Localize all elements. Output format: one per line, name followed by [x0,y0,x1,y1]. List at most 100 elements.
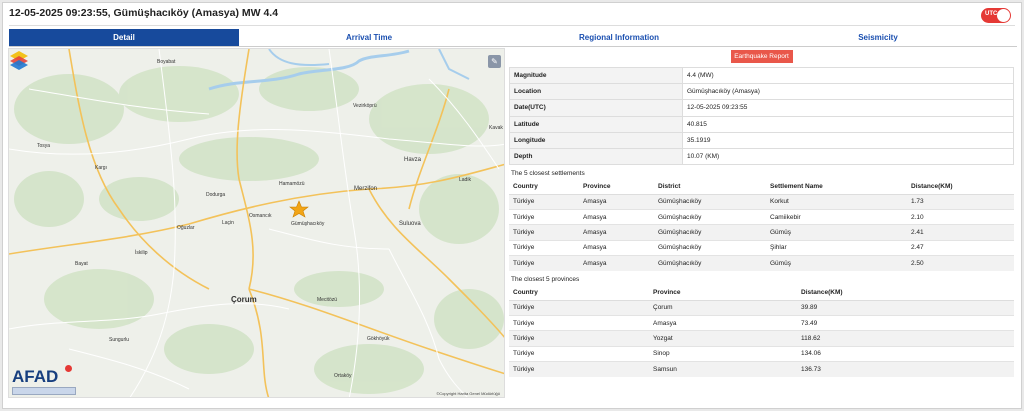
tab-seismicity[interactable]: Seismicity [739,29,1017,46]
table-cell: 118.62 [797,330,1014,347]
column-header[interactable]: Distance(KM) [907,180,1014,195]
table-cell: Amasya [579,224,654,241]
settlements-table: Country Province District Settlement Name Di… [509,180,1014,272]
info-value: 4.4 (MW) [682,66,1014,85]
table-cell: Türkiye [509,361,649,378]
info-key: Latitude [509,115,683,133]
info-row: Date(UTC) 12-05-2025 09:23:55 [509,99,1014,117]
table-row: Türkiye Çorum 39.89 [509,299,1014,316]
table-row: Türkiye Amasya Gümüşhacıköy Camiikebir 2.10 [509,209,1014,225]
info-value: Gümüşhacıköy (Amasya) [682,83,1014,101]
logo-dot-icon [65,365,72,372]
table-cell: Sinop [649,345,797,362]
table-cell: 2.47 [907,239,1014,256]
page-title: 12-05-2025 09:23:55, Gümüşhacıköy (Amasy… [9,7,279,19]
utc-toggle[interactable]: UTC [981,8,1011,23]
column-header[interactable]: Distance(KM) [797,286,1014,301]
info-value: 10.07 (KM) [682,147,1014,166]
table-row: Türkiye Samsun 136.73 [509,361,1014,378]
table-cell: 39.89 [797,299,1014,316]
map-label-havza: Havza [404,157,422,163]
column-header[interactable]: Province [579,180,654,195]
table-cell: Gümüşhacıköy [654,255,766,272]
tab-bar: Detail Arrival Time Regional Information… [9,29,1017,47]
table-cell: Türkiye [509,239,579,256]
map-label-kavak: Kavak [489,125,503,131]
tab-detail[interactable]: Detail [9,29,239,46]
info-key: Longitude [509,131,683,149]
earthquake-info-table: Magnitude 4.4 (MW) Location Gümüşhacıköy (A… [509,66,1014,166]
table-cell: 1.73 [907,193,1014,210]
table-cell: Gümüşhacıköy [654,209,766,225]
detail-panel: Earthquake Report Magnitude 4.4 (MW) Locat… [509,48,1014,378]
tab-regional-information[interactable]: Regional Information [499,29,739,46]
map-label-lacin: Laçin [222,220,234,226]
table-cell: Türkiye [509,193,579,210]
table-cell: 134.06 [797,345,1014,362]
table-cell: Amasya [579,255,654,272]
table-row: Türkiye Amasya Gümüşhacıköy Korkut 1.73 [509,193,1014,210]
info-key: Depth [509,147,683,166]
map-label-sungurlu: Sungurlu [109,337,130,343]
table-cell: 2.41 [907,224,1014,241]
table-cell: Gümüşhacıköy [654,224,766,241]
table-cell: Amasya [579,193,654,210]
info-key: Location [509,83,683,101]
column-header[interactable]: Province [649,286,797,301]
table-cell: Amasya [579,239,654,256]
column-header[interactable]: Country [509,286,649,301]
provinces-title: The closest 5 provinces [511,276,580,284]
table-cell: Türkiye [509,314,649,331]
info-row: Longitude 35.1919 [509,131,1014,149]
table-cell: Türkiye [509,345,649,362]
map-label-mecitozu: Mecitözü [317,297,338,303]
table-row: Türkiye Amasya Gümüşhacıköy Gümüş 2.50 [509,255,1014,272]
table-row: Türkiye Amasya Gümüşhacıköy Şihlar 2.47 [509,239,1014,256]
map-label-boyabat: Boyabat [157,59,176,65]
table-row: Türkiye Amasya Gümüşhacıköy Gümüş 2.41 [509,224,1014,241]
map-label-gumushacikoy: Gümüşhacıköy [291,221,325,227]
toggle-knob [997,9,1010,22]
map-label-vezirkopru: Vezirköprü [353,103,377,109]
map-label-dodurga: Dodurga [206,192,226,198]
table-cell: Türkiye [509,330,649,347]
column-header[interactable]: Country [509,180,579,195]
info-row: Location Gümüşhacıköy (Amasya) [509,83,1014,101]
info-key: Magnitude [509,66,683,85]
provinces-table: Country Province Distance(KM) Türkiye Çorum… [509,286,1014,378]
table-cell: 2.10 [907,209,1014,225]
table-cell: Türkiye [509,299,649,316]
info-value: 40.815 [682,115,1014,133]
map-label-gokhoyuk: Gökhöyük [367,336,390,342]
column-header[interactable]: District [654,180,766,195]
map-scale-bar [12,387,76,395]
afad-logo: AFAD [12,367,59,386]
table-cell: Gümüşhacıköy [654,239,766,256]
earthquake-report-button[interactable]: Earthquake Report [730,50,793,63]
toggle-label: UTC [985,11,998,17]
edit-icon[interactable]: ✎ [488,55,501,68]
table-row: Türkiye Yozgat 118.62 [509,330,1014,347]
earthquake-map[interactable]: Çorum Merzifon Suluova Vezirköprü Havza … [8,48,505,398]
table-cell: Gümüşhacıköy [654,193,766,210]
table-cell: Amasya [579,209,654,225]
tab-arrival-time[interactable]: Arrival Time [239,29,499,46]
map-copyright: ©Copyright Harita Genel Müdürlüğü [436,391,500,396]
map-label-osmancik: Osmancık [249,213,272,219]
layers-icon[interactable] [9,49,29,71]
table-row: Türkiye Sinop 134.06 [509,345,1014,362]
header-divider [9,25,1015,26]
table-cell: Korkut [766,193,907,210]
map-label-ladik: Ladik [459,177,471,183]
table-row: Türkiye Amasya 73.49 [509,314,1014,331]
table-cell: Gümüş [766,255,907,272]
table-cell: Türkiye [509,255,579,272]
map-label-ortakoy: Ortaköy [334,373,352,379]
table-cell: Türkiye [509,209,579,225]
column-header[interactable]: Settlement Name [766,180,907,195]
map-label-corum: Çorum [231,295,257,304]
info-row: Latitude 40.815 [509,115,1014,133]
table-cell: Yozgat [649,330,797,347]
map-label-merzifon: Merzifon [354,186,378,192]
info-row: Depth 10.07 (KM) [509,147,1014,166]
